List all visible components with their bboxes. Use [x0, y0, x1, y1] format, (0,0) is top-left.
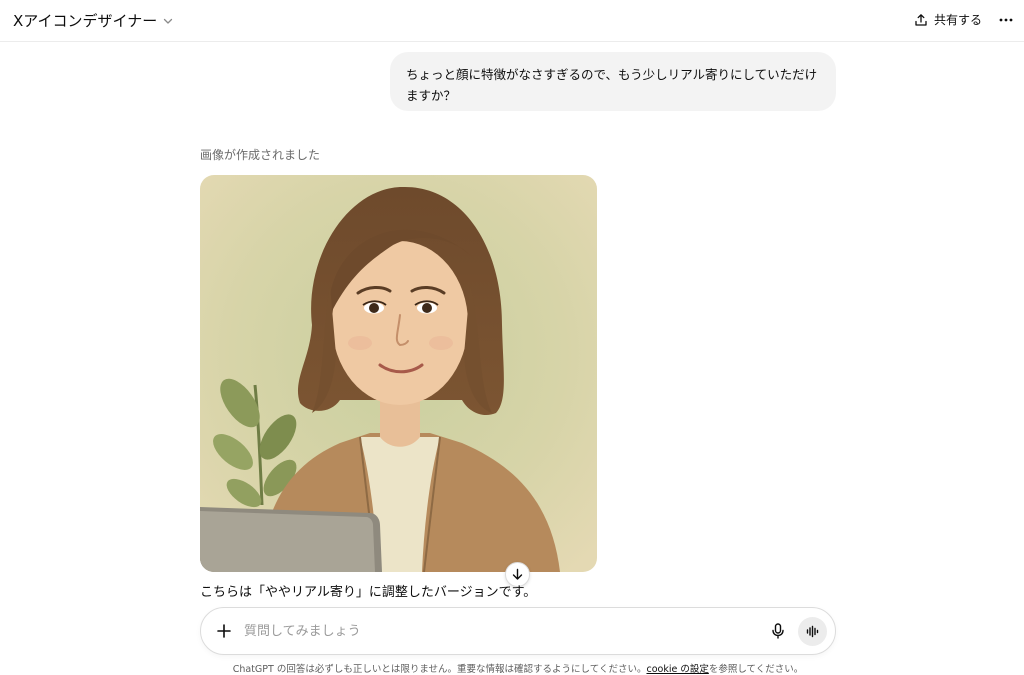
prompt-input[interactable] [244, 621, 744, 641]
assistant-message: こちらは「ややリアル寄り」に調整したバージョンです。 [200, 585, 537, 600]
portrait-illustration [200, 175, 597, 572]
generated-image[interactable] [200, 175, 597, 572]
share-label: 共有する [933, 13, 982, 27]
image-status-label: 画像が作成されました [200, 148, 321, 162]
model-switcher[interactable]: Xアイコンデザイナー [13, 10, 174, 31]
top-bar: Xアイコンデザイナー 共有する [0, 0, 1024, 42]
user-message: ちょっと顔に特徴がなさすぎるので、もう少しリアル寄りにしていただけますか？ [390, 52, 836, 111]
voice-mode-icon [806, 625, 819, 638]
share-upload-icon [915, 13, 927, 26]
disclaimer-text-end: を参照してください。 [708, 664, 804, 675]
voice-mode-button[interactable] [798, 617, 827, 646]
cookie-settings-link[interactable]: cookie の設定 [646, 664, 708, 675]
share-button[interactable]: 共有する [914, 11, 982, 28]
chat-title: Xアイコンデザイナー [13, 12, 158, 30]
arrow-down-icon [512, 568, 523, 580]
disclaimer-text: ChatGPT の回答は必ずしも正しいとは限りません。重要な情報は確認するように… [232, 664, 647, 675]
more-horizontal-icon[interactable] [998, 12, 1014, 28]
composer [200, 607, 836, 655]
plus-icon[interactable] [215, 622, 233, 640]
footer-disclaimer: ChatGPT の回答は必ずしも正しいとは限りません。重要な情報は確認するように… [0, 661, 1024, 675]
microphone-icon[interactable] [769, 622, 787, 640]
chevron-down-icon [164, 18, 173, 24]
